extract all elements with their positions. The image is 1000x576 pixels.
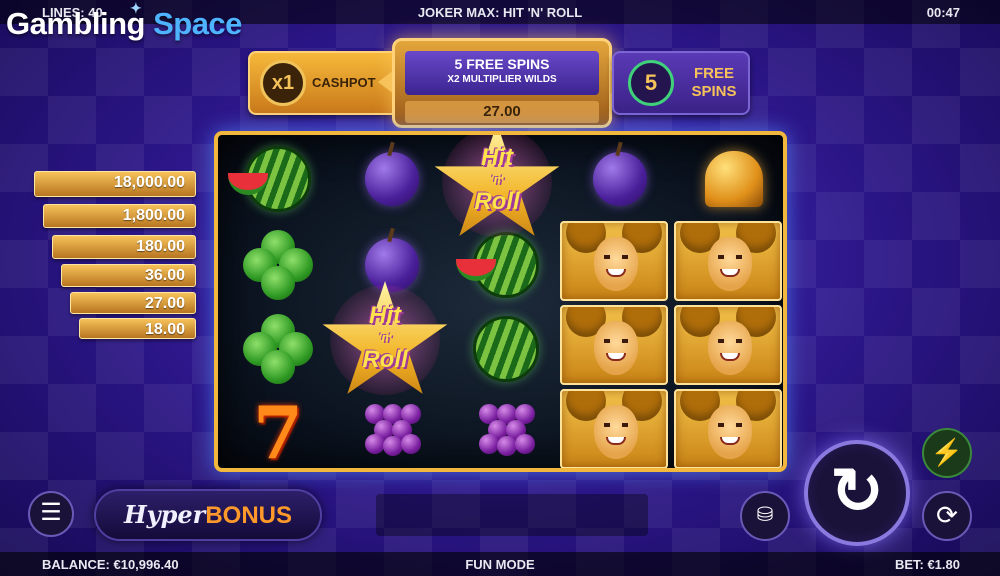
free-spins-label: FREE SPINS bbox=[691, 65, 737, 100]
spin-arrow-icon: ↻ bbox=[830, 455, 884, 527]
joker-symbol bbox=[560, 389, 668, 468]
reel-cell-plum bbox=[564, 137, 676, 220]
message-bar bbox=[376, 494, 648, 536]
seven-icon: 7 bbox=[252, 389, 304, 472]
joker-symbol bbox=[674, 305, 782, 385]
bet-stack-button[interactable]: ⛁ bbox=[740, 491, 790, 541]
autoplay-button[interactable]: ⟳ bbox=[922, 491, 972, 541]
free-spins-counter-panel: 5 FREE SPINS bbox=[612, 51, 750, 115]
reel-cell-grapes bbox=[450, 391, 562, 468]
reel-cell-watermelon bbox=[222, 137, 334, 220]
mode-indicator: FUN MODE bbox=[465, 557, 535, 572]
reel-cell-watermelon bbox=[450, 307, 562, 390]
star-text-roll: Roll bbox=[362, 346, 408, 373]
joker-symbol bbox=[674, 389, 782, 468]
free-spins-title: 5 FREE SPINS bbox=[454, 56, 550, 72]
plum-icon bbox=[365, 237, 419, 292]
star-text-hit: Hit bbox=[369, 302, 401, 329]
lightning-icon: ⚡ bbox=[930, 437, 964, 467]
star-text-hit: Hit bbox=[481, 144, 513, 171]
clover-icon bbox=[243, 229, 313, 300]
menu-button[interactable]: ☰ bbox=[28, 491, 74, 537]
grapes-icon bbox=[471, 400, 541, 466]
menu-icon: ☰ bbox=[40, 499, 62, 526]
sparkle-icon: ✦ bbox=[130, 0, 142, 16]
reel-cell-clover bbox=[222, 223, 334, 306]
hyper-bonus-word-bonus: BONUS bbox=[205, 502, 292, 529]
reel-cell-clover bbox=[222, 307, 334, 390]
reel-cell-bell bbox=[678, 137, 783, 220]
paytable-item: 18,000.00 bbox=[34, 171, 196, 197]
watermelon-icon bbox=[473, 315, 539, 382]
reel-cell-grapes bbox=[336, 391, 448, 468]
star-text-roll: Roll bbox=[474, 188, 520, 215]
bell-icon bbox=[705, 150, 763, 207]
cashpot-multiplier: x1 bbox=[260, 60, 306, 106]
plum-icon bbox=[365, 151, 419, 206]
hit-n-roll-label: Hit 'n' Roll bbox=[320, 302, 450, 373]
joker-symbol bbox=[560, 221, 668, 301]
cashpot-label: CASHPOT bbox=[312, 75, 376, 90]
bet-display: BET: €1.80 bbox=[894, 557, 960, 572]
paytable-item: 27.00 bbox=[70, 292, 196, 314]
joker-symbol bbox=[674, 221, 782, 301]
clover-icon bbox=[243, 313, 313, 384]
logo-word-1: Gambling bbox=[6, 6, 145, 41]
joker-symbol bbox=[560, 305, 668, 385]
clock: 00:47 bbox=[926, 5, 960, 20]
reel-cell-seven: 7 bbox=[222, 389, 334, 472]
paytable-item: 180.00 bbox=[52, 235, 196, 259]
autoplay-icon: ⟳ bbox=[936, 500, 958, 530]
plum-icon bbox=[593, 151, 647, 206]
bottom-bar: BALANCE: €10,996.40 FUN MODE BET: €1.80 bbox=[0, 552, 1000, 576]
logo-word-2: Space bbox=[153, 6, 242, 41]
grapes-icon bbox=[357, 400, 427, 466]
paytable-item: 1,800.00 bbox=[43, 204, 196, 228]
feature-banner: 5 FREE SPINS X2 MULTIPLIER WILDS bbox=[405, 51, 599, 95]
paytable-item: 18.00 bbox=[79, 318, 196, 339]
spin-button[interactable]: ↻ bbox=[804, 440, 910, 546]
coin-stack-icon: ⛁ bbox=[756, 504, 774, 526]
free-spins-feature-panel: 5 FREE SPINS X2 MULTIPLIER WILDS 27.00 bbox=[392, 38, 612, 128]
hit-n-roll-label: Hit 'n' Roll bbox=[432, 144, 562, 215]
feature-amount: 27.00 bbox=[405, 101, 599, 123]
hyper-bonus-word-hyper: Hyper bbox=[124, 500, 206, 529]
reel-grid: 7 Hit 'n' Roll Hit 'n' Roll bbox=[214, 131, 787, 472]
turbo-button[interactable]: ⚡ bbox=[922, 428, 972, 478]
hyper-bonus-button[interactable]: HyperBONUS bbox=[94, 489, 322, 541]
watermark-logo: Gambling Space ✦ bbox=[6, 0, 242, 42]
multiplier-wilds-text: X2 MULTIPLIER WILDS bbox=[447, 74, 557, 85]
paytable-item: 36.00 bbox=[61, 264, 196, 287]
free-spins-count: 5 bbox=[628, 60, 674, 106]
